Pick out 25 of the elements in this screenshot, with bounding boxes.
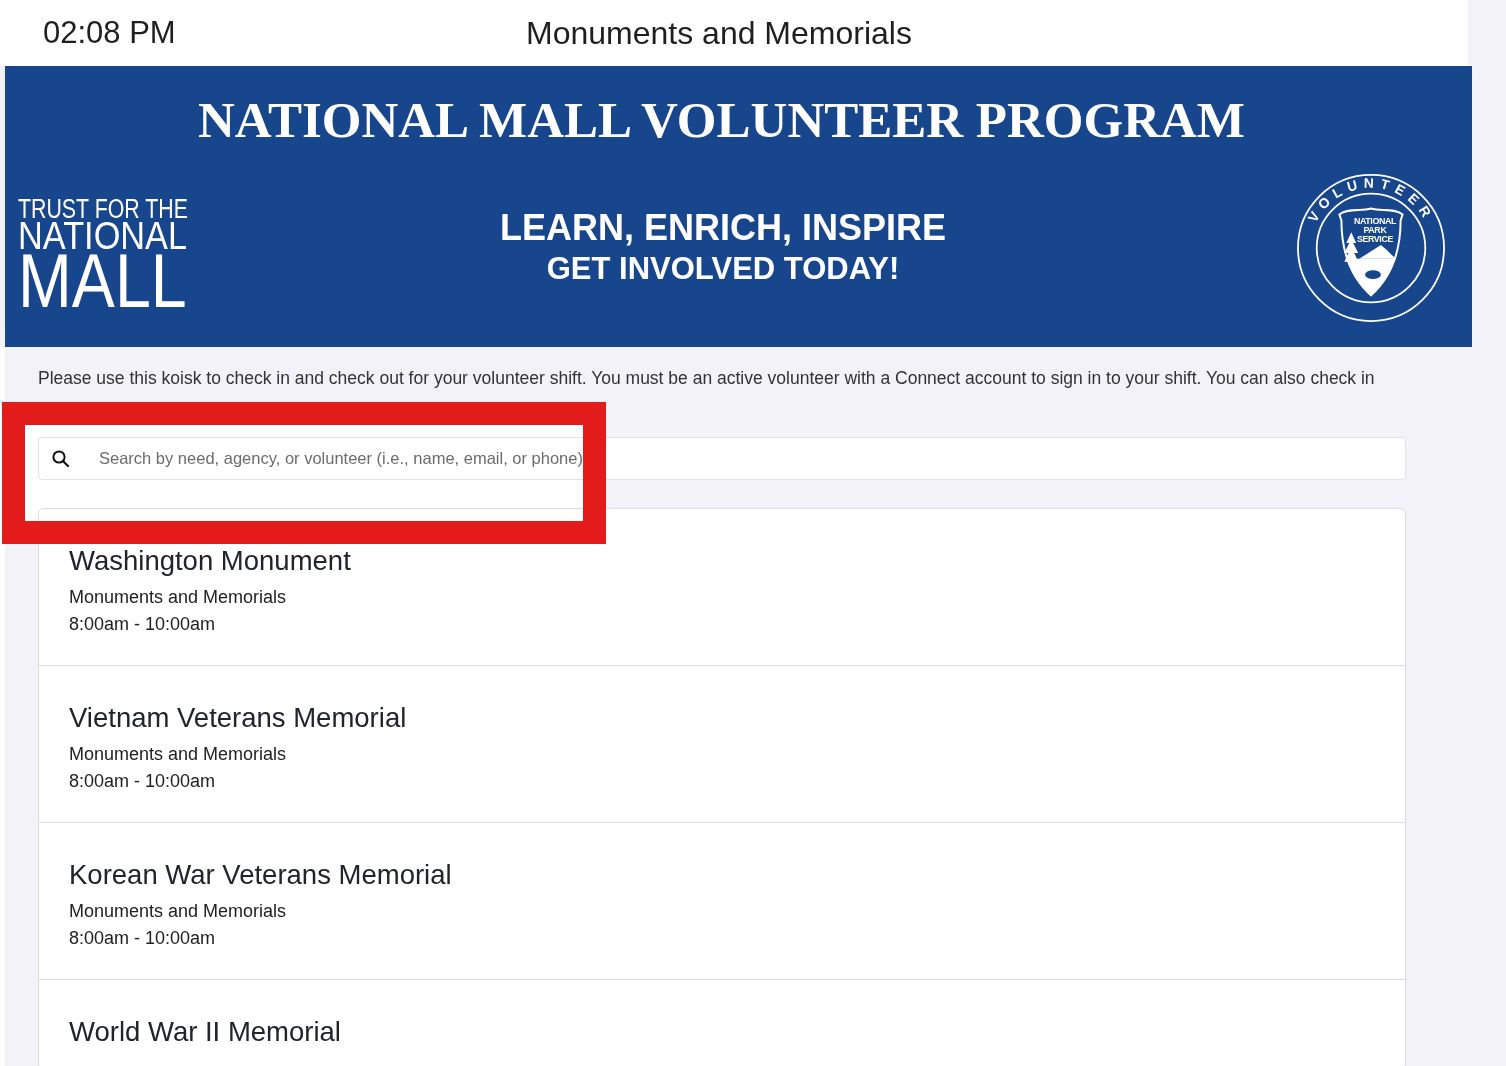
- logo-text: NATIONAL: [18, 220, 188, 252]
- tagline: LEARN, ENRICH, INSPIRE: [499, 206, 946, 250]
- logo-text: MALL: [18, 251, 187, 313]
- need-card[interactable]: Korean War Veterans Memorial Monuments and Memorials 8:00am - 10:00am: [38, 823, 1406, 980]
- need-category: Monuments and Memorials: [69, 900, 288, 923]
- need-title: Washington Monument: [69, 545, 352, 577]
- search-icon: [52, 450, 69, 467]
- need-title: Korean War Veterans Memorial: [69, 859, 453, 891]
- need-title: Vietnam Veterans Memorial: [69, 702, 408, 734]
- clock-time: 02:08 PM: [42, 14, 177, 52]
- need-category: Monuments and Memorials: [69, 743, 288, 766]
- page-title: Monuments and Memorials: [526, 13, 912, 53]
- need-title: World War II Memorial: [69, 1016, 342, 1048]
- shift-time: 8:00am - 10:00am: [69, 927, 217, 950]
- need-card[interactable]: Washington Monument Monuments and Memorials 8:00am - 10:00am: [38, 508, 1406, 666]
- shift-time: 8:00am - 10:00am: [69, 770, 217, 793]
- instructions-text: Please use this koisk to check in and check out for your volunteer shift. You must be an active volunteer with a Connect account to sign in to your shift. You can also check in: [38, 367, 1376, 390]
- need-card[interactable]: Vietnam Veterans Memorial Monuments and Memorials 8:00am - 10:00am: [38, 666, 1406, 823]
- need-card[interactable]: World War II Memorial: [38, 980, 1406, 1066]
- banner-title: NATIONAL MALL VOLUNTEER PROGRAM: [197, 91, 1246, 146]
- shift-time: 8:00am - 10:00am: [69, 613, 217, 636]
- need-category: Monuments and Memorials: [69, 586, 288, 609]
- tagline: GET INVOLVED TODAY!: [546, 249, 900, 287]
- search-field[interactable]: Search by need, agency, or volunteer (i.e., name, email, or phone): [38, 437, 1406, 480]
- logo-text: TRUST FOR THE: [18, 198, 188, 221]
